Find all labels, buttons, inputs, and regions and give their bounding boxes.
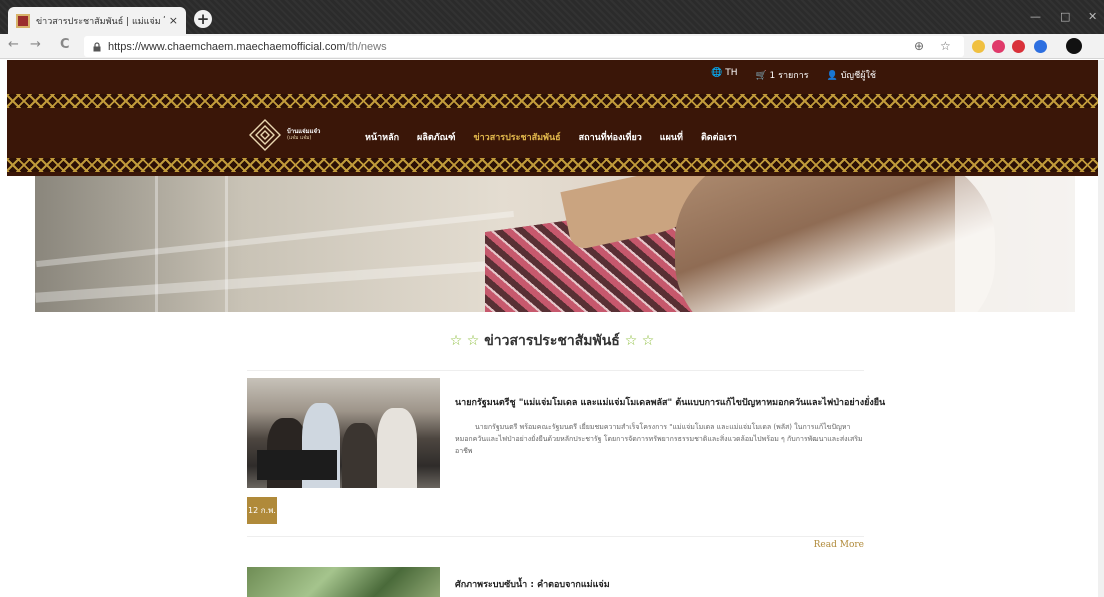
news-divider: [247, 536, 864, 537]
site-favicon-icon: [16, 13, 30, 28]
nav-map[interactable]: แผนที่: [660, 130, 683, 144]
news-thumbnail[interactable]: [247, 378, 440, 488]
back-icon[interactable]: ←: [8, 37, 19, 52]
bookmark-star-icon[interactable]: ☆: [940, 39, 951, 53]
tab-close-icon[interactable]: ×: [169, 14, 178, 27]
nav-attractions[interactable]: สถานที่ท่องเที่ยว: [579, 130, 642, 144]
extension-icon[interactable]: [1034, 40, 1047, 53]
news-thumbnail[interactable]: [247, 567, 440, 597]
browser-tab[interactable]: ข่าวสารประชาสัมพันธ์ | แม่แจ่ม โครงการ ×: [8, 7, 186, 34]
main-navigation: หน้าหลัก ผลิตภัณฑ์ ข่าวสารประชาสัมพันธ์ …: [365, 130, 737, 144]
date-badge: 12 ก.พ.: [247, 497, 277, 524]
weaver-figure: [675, 176, 995, 312]
nav-news[interactable]: ข่าวสารประชาสัมพันธ์: [473, 130, 560, 144]
browser-titlebar: ข่าวสารประชาสัมพันธ์ | แม่แจ่ม โครงการ ×…: [0, 0, 1104, 34]
header-pattern-band: [7, 158, 1104, 172]
language-switch[interactable]: 🌐 TH: [711, 68, 737, 82]
section-divider: [247, 370, 864, 371]
browser-toolbar: ← → C https://www.chaemchaem.maechaemoff…: [0, 34, 1104, 59]
header-utility-bar: 🌐 TH 🛒 1 รายการ 👤 บัญชีผู้ใช้: [711, 68, 876, 82]
star-icon: ☆ ☆: [624, 333, 655, 349]
site-logo[interactable]: บ้านแจ่มแจ๋ว (แจ๋ม แจ๋ม): [247, 117, 342, 153]
extension-icon[interactable]: [972, 40, 985, 53]
nav-contact[interactable]: ติดต่อเรา: [701, 130, 737, 144]
new-tab-button[interactable]: +: [194, 10, 212, 28]
news-title[interactable]: ศักภาพระบบซับน้ำ : คำตอบจากแม่แจ่ม: [455, 577, 610, 591]
extension-icon[interactable]: [992, 40, 1005, 53]
url-text: https://www.chaemchaem.maechaemofficial.…: [108, 40, 387, 53]
zoom-icon[interactable]: ⊕: [914, 39, 924, 53]
logo-text: บ้านแจ่มแจ๋ว (แจ๋ม แจ๋ม): [287, 128, 321, 142]
account-link[interactable]: 👤 บัญชีผู้ใช้: [827, 68, 876, 82]
tab-title: ข่าวสารประชาสัมพันธ์ | แม่แจ่ม โครงการ: [36, 16, 165, 27]
nav-home[interactable]: หน้าหลัก: [365, 130, 399, 144]
nav-products[interactable]: ผลิตภัณฑ์: [417, 130, 455, 144]
header-pattern-band: [7, 94, 1104, 108]
news-title[interactable]: นายกรัฐมนตรีชู "แม่แจ่มโมเดล และแม่แจ่มโ…: [455, 395, 885, 409]
cart-link[interactable]: 🛒 1 รายการ: [755, 68, 808, 82]
star-icon: ☆ ☆: [449, 333, 480, 349]
logo-diamond-icon: [249, 119, 281, 151]
profile-avatar[interactable]: [1066, 38, 1082, 54]
pinterest-icon[interactable]: [1012, 40, 1025, 53]
window-close-icon[interactable]: ✕: [1088, 10, 1097, 23]
forward-icon[interactable]: →: [30, 37, 41, 52]
window-minimize-icon[interactable]: —: [1030, 10, 1041, 23]
window-maximize-icon[interactable]: □: [1060, 10, 1070, 23]
read-more-link[interactable]: Read More: [814, 540, 864, 550]
page-scrollbar[interactable]: [1098, 60, 1104, 597]
news-excerpt: นายกรัฐมนตรี พร้อมคณะรัฐมนตรี เยี่ยมชมคว…: [455, 423, 863, 455]
reload-icon[interactable]: C: [60, 37, 70, 52]
page-title: ☆ ☆ ข่าวสารประชาสัมพันธ์ ☆ ☆: [449, 333, 655, 349]
lock-icon: [93, 41, 101, 51]
site-header: 🌐 TH 🛒 1 รายการ 👤 บัญชีผู้ใช้ บ้านแจ่มแจ…: [7, 60, 1104, 176]
hero-banner-image: [35, 176, 1075, 312]
address-bar[interactable]: https://www.chaemchaem.maechaemofficial.…: [84, 36, 964, 57]
background-window: [955, 176, 1075, 312]
